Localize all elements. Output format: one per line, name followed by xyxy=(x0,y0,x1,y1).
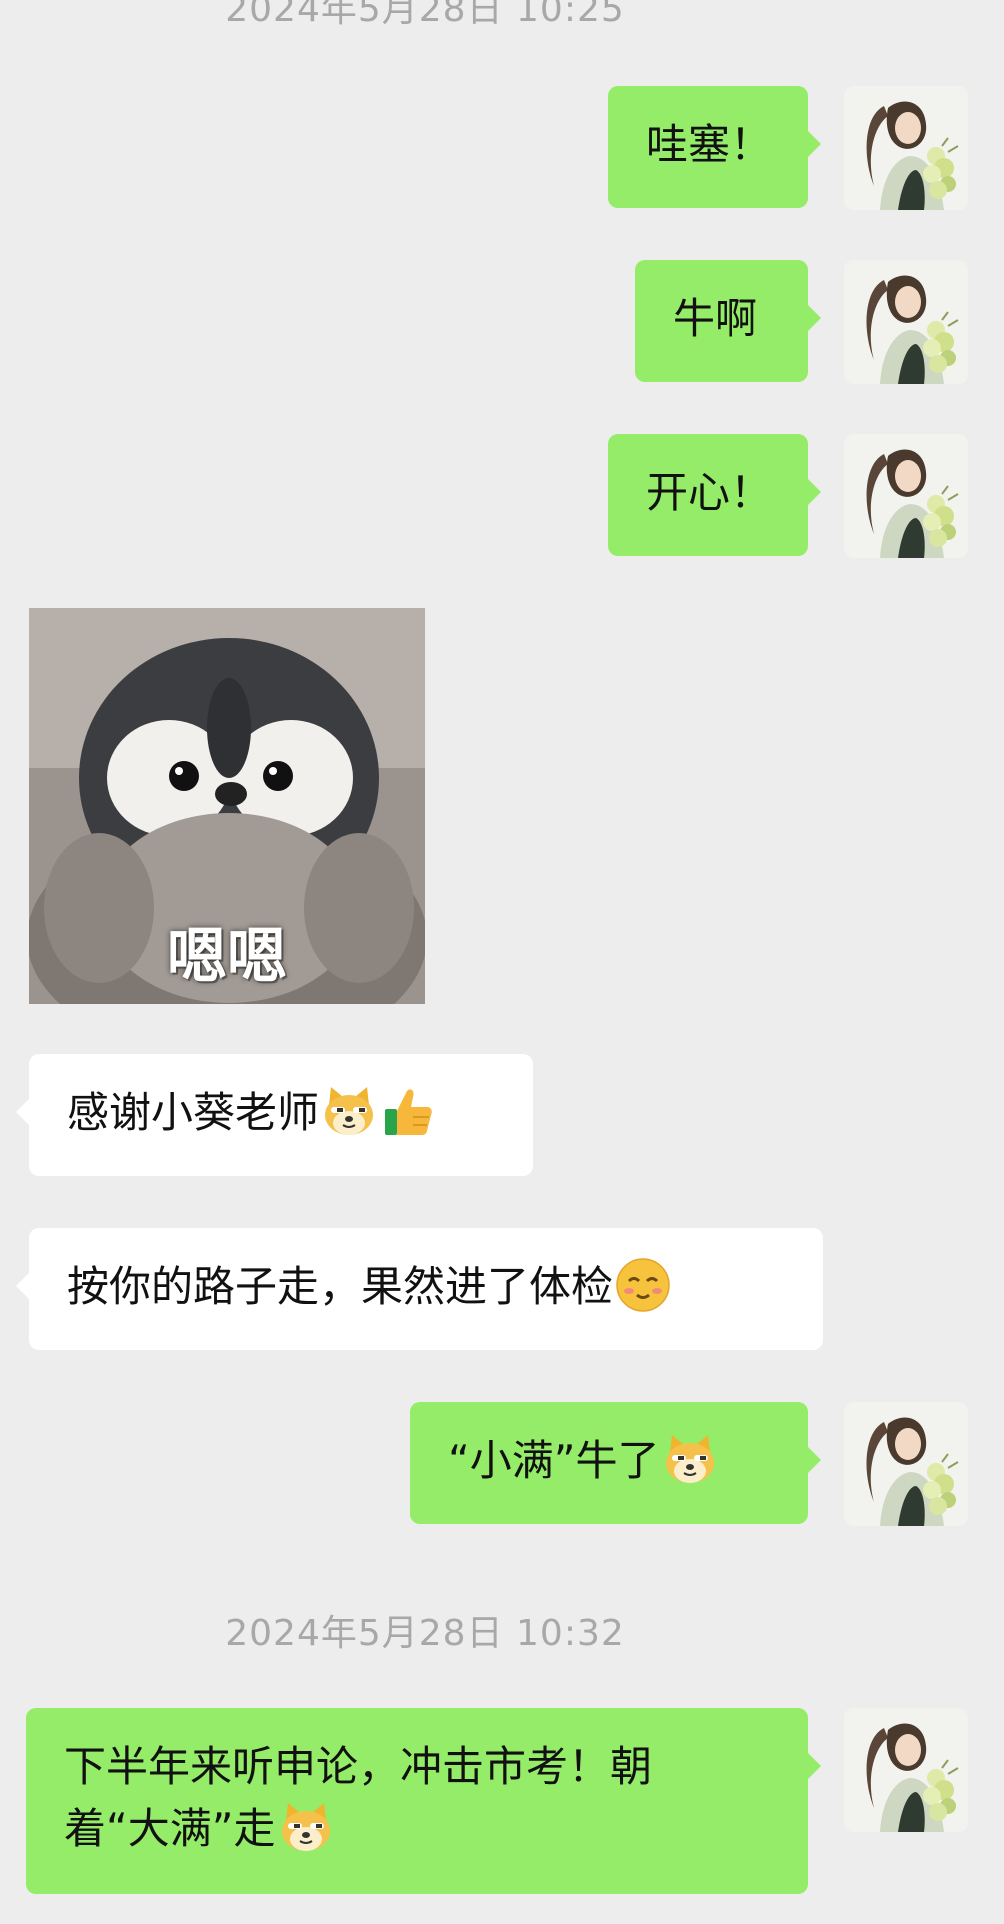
doge-emoji-icon xyxy=(278,1799,334,1855)
message-text: 开心！ xyxy=(646,468,773,517)
girl-with-flowers-avatar-icon xyxy=(844,86,968,210)
avatar[interactable] xyxy=(844,434,968,558)
penguin-sticker[interactable]: 嗯嗯 xyxy=(29,608,425,1004)
message-text: 哇塞！ xyxy=(646,120,773,169)
message-bubble-outgoing[interactable]: “小满”牛了 xyxy=(410,1402,821,1524)
girl-with-flowers-avatar-icon xyxy=(844,434,968,558)
sticker-caption: 嗯嗯 xyxy=(167,922,287,992)
avatar[interactable] xyxy=(844,1402,968,1526)
smile-emoji-icon xyxy=(615,1257,671,1313)
message-bubble-outgoing[interactable]: 开心！ xyxy=(608,434,821,556)
avatar[interactable] xyxy=(844,260,968,384)
girl-with-flowers-avatar-icon xyxy=(844,1402,968,1526)
message-bubble-incoming[interactable]: 按你的路子走，果然进了体检 xyxy=(16,1228,823,1350)
message-text-line: 下半年来听申论，冲击市考！朝 xyxy=(64,1742,653,1791)
timestamp: 2024年5月28日 10:32 xyxy=(225,1613,625,1654)
message-text: 感谢小葵老师 xyxy=(67,1088,320,1137)
avatar[interactable] xyxy=(844,86,968,210)
girl-with-flowers-avatar-icon xyxy=(844,1708,968,1832)
message-bubble-outgoing[interactable]: 下半年来听申论，冲击市考！朝 着“大满”走 xyxy=(26,1708,821,1894)
girl-with-flowers-avatar-icon xyxy=(844,260,968,384)
avatar[interactable] xyxy=(844,1708,968,1832)
message-bubble-outgoing[interactable]: 牛啊 xyxy=(635,260,821,382)
thumbs-up-emoji-icon xyxy=(379,1083,435,1139)
timestamp: 2024年5月28日 10:25 xyxy=(225,0,625,30)
message-text: 按你的路子走，果然进了体检 xyxy=(67,1262,614,1311)
message-bubble-outgoing[interactable]: 哇塞！ xyxy=(608,86,821,208)
message-text: “小满”牛了 xyxy=(448,1436,660,1485)
doge-emoji-icon xyxy=(662,1431,718,1487)
message-text-line: 着“大满”走 xyxy=(64,1798,770,1860)
message-text: 牛啊 xyxy=(673,294,758,343)
doge-emoji-icon xyxy=(321,1083,377,1139)
message-bubble-incoming[interactable]: 感谢小葵老师 xyxy=(16,1054,533,1176)
